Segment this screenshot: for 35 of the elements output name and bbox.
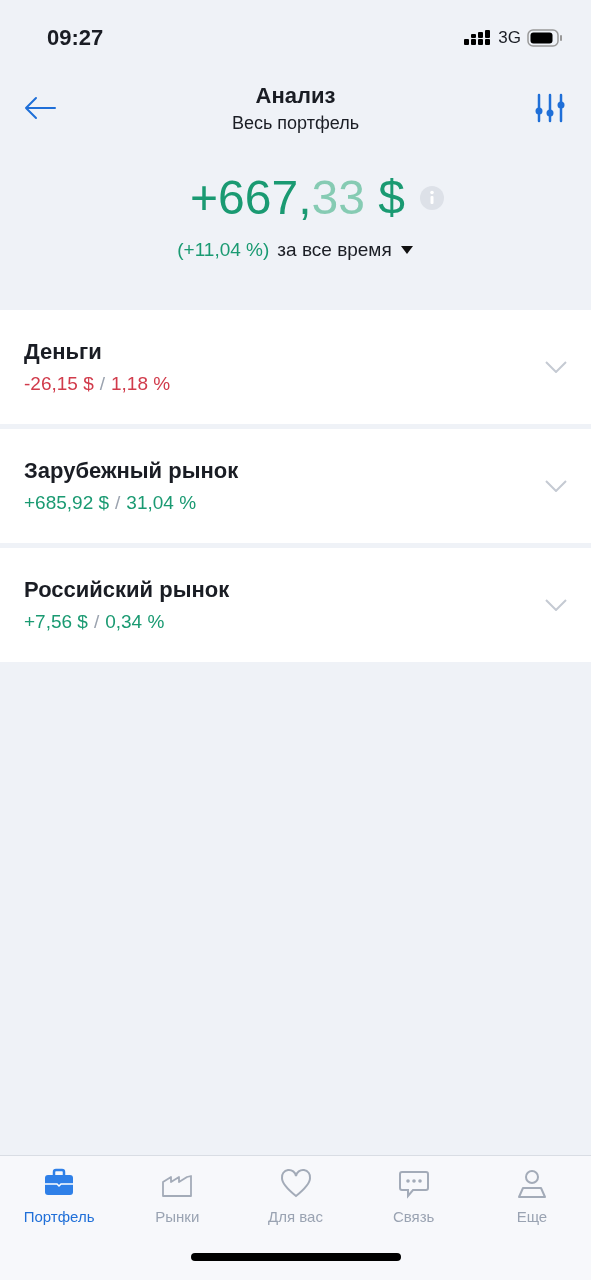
portfolio-group-row[interactable]: Российский рынок +7,56 $ / 0,34 % [0,548,591,662]
group-amount: -26,15 $ [24,373,94,395]
group-name: Российский рынок [24,577,230,603]
signal-icon [464,30,493,46]
person-icon [515,1168,548,1200]
screen-title: Анализ [255,82,336,109]
separator: / [99,373,105,395]
clock: 09:27 [47,25,104,51]
group-percent: 1,18 % [111,373,171,395]
filter-button[interactable] [535,93,565,123]
tab-bar-item[interactable]: Для вас [236,1168,355,1225]
total-change: (+11,04 %) [177,239,270,261]
period-dropdown[interactable]: за все время [277,239,392,261]
screen-subtitle: Весь портфель [231,112,360,134]
group-percent: 31,04 % [126,492,197,514]
network-label: 3G [498,28,521,48]
heart-icon [279,1168,312,1200]
group-percent: 0,34 % [105,611,165,633]
group-name: Деньги [24,339,103,365]
group-name: Зарубежный рынок [24,458,239,484]
tab-bar-item[interactable]: Еще [472,1168,591,1225]
portfolio-group-row[interactable]: Деньги -26,15 $ / 1,18 % [0,310,591,424]
tab-bar-item[interactable]: Рынки [118,1168,237,1225]
tab-bar-item[interactable]: Портфель [0,1168,119,1225]
chat-bubble-icon [397,1168,430,1200]
back-button[interactable] [24,96,56,120]
portfolio-group-row[interactable]: Зарубежный рынок +685,92 $ / 31,04 % [0,429,591,543]
battery-icon [527,29,563,47]
dropdown-icon [399,245,414,255]
separator: / [93,611,100,633]
tab-bar-item[interactable]: Связь [354,1168,473,1225]
group-amount: +685,92 $ [24,492,110,514]
separator: / [115,492,121,514]
total-profit: +667,33 $ [190,170,405,225]
group-amount: +7,56 $ [24,611,88,633]
